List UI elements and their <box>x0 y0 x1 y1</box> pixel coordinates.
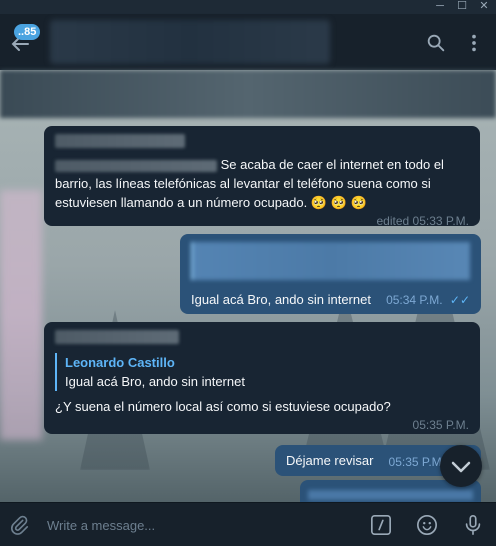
reply-quote[interactable]: Leonardo Castillo Igual acá Bro, ando si… <box>55 353 469 391</box>
microphone-icon[interactable] <box>462 514 484 536</box>
window-titlebar: ─ ☐ ✕ <box>0 0 496 14</box>
search-icon[interactable] <box>425 32 447 54</box>
reply-preview-redacted <box>191 242 470 280</box>
minimize-icon[interactable]: ─ <box>432 0 448 14</box>
emoji-icon[interactable] <box>416 514 438 536</box>
maximize-icon[interactable]: ☐ <box>454 0 470 14</box>
reply-text: Igual acá Bro, ando sin internet <box>65 374 245 389</box>
message-text: ¿Y suena el número local así como si est… <box>55 399 391 414</box>
chevron-down-icon <box>451 461 471 473</box>
message-incoming[interactable]: Leonardo Castillo Igual acá Bro, ando si… <box>44 322 480 434</box>
more-vertical-icon[interactable] <box>463 32 485 54</box>
message-outgoing[interactable]: Igual acá Bro, ando sin internet 05:34 P… <box>180 234 481 314</box>
message-time: 05:35 P.M. <box>412 418 469 432</box>
message-incoming[interactable]: Se acaba de caer el internet en todo el … <box>44 126 480 228</box>
pinned-area-redacted <box>0 70 496 118</box>
mention-redacted <box>55 159 217 172</box>
message-text: Igual acá Bro, ando sin internet <box>191 292 371 307</box>
commands-icon[interactable] <box>370 514 392 536</box>
sender-name-redacted <box>55 330 179 344</box>
unread-count-badge: ..85 <box>14 24 41 40</box>
message-emojis: 🥺 🥺 🥺 <box>310 195 367 210</box>
close-icon[interactable]: ✕ <box>476 0 492 14</box>
message-text: Déjame revisar <box>286 453 374 468</box>
message-input[interactable]: Write a message... <box>47 518 155 533</box>
message-time: edited 05:33 P.M. <box>376 214 469 228</box>
chat-title-redacted <box>50 20 330 64</box>
sender-name-redacted <box>55 134 185 148</box>
attach-icon[interactable] <box>8 514 30 536</box>
reply-author: Leonardo Castillo <box>65 355 175 370</box>
message-time: 05:35 P.M. <box>388 455 445 469</box>
message-composer: Write a message... <box>0 502 496 546</box>
avatar-redacted <box>0 190 42 440</box>
message-time: 05:34 P.M. <box>386 293 443 307</box>
scroll-to-bottom-button[interactable] <box>440 445 482 487</box>
chat-header: ..85 <box>0 14 496 70</box>
double-check-icon: ✓✓ <box>449 293 470 307</box>
